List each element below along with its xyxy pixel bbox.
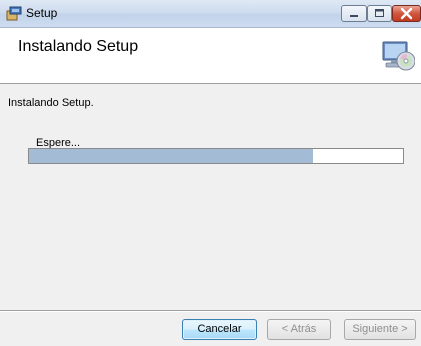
next-button[interactable]: Siguiente > bbox=[344, 319, 416, 340]
title-bar[interactable]: Setup bbox=[0, 0, 421, 28]
close-button[interactable] bbox=[392, 5, 421, 22]
page-title: Instalando Setup bbox=[18, 38, 139, 55]
minimize-button[interactable] bbox=[341, 5, 367, 22]
cancel-button[interactable]: Cancelar bbox=[182, 319, 257, 340]
close-icon bbox=[400, 7, 413, 20]
maximize-icon bbox=[375, 9, 384, 17]
header-banner: Instalando Setup bbox=[0, 28, 421, 84]
setup-window: Setup Instalando Setup Instalando Setup.… bbox=[0, 0, 421, 346]
setup-app-icon bbox=[6, 6, 22, 21]
progress-fill bbox=[29, 149, 314, 163]
minimize-icon bbox=[350, 15, 358, 17]
maximize-button[interactable] bbox=[367, 5, 392, 22]
computer-cd-install-icon bbox=[382, 41, 415, 71]
back-button[interactable]: < Atrás bbox=[267, 319, 331, 340]
footer-divider-highlight bbox=[0, 311, 421, 312]
status-description: Instalando Setup. bbox=[8, 97, 94, 109]
window-title: Setup bbox=[26, 6, 58, 20]
progress-bar bbox=[28, 148, 404, 164]
